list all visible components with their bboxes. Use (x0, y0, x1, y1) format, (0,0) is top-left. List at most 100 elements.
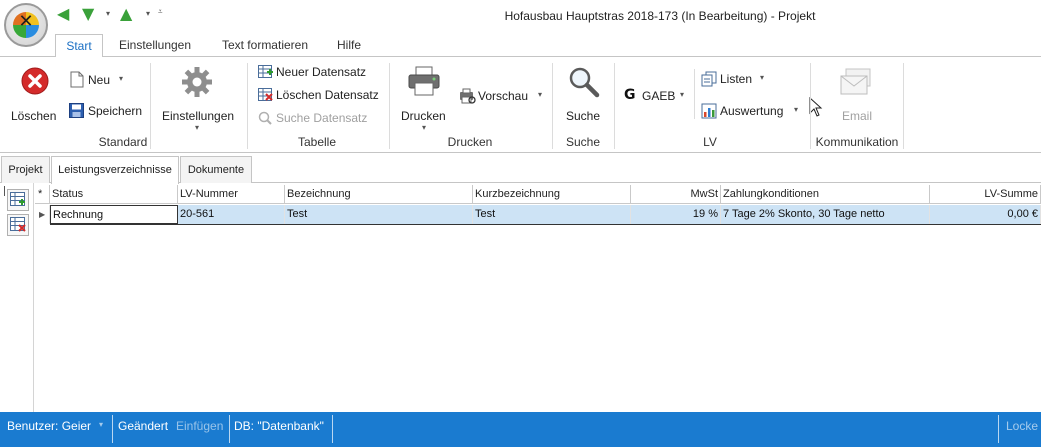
tab-start[interactable]: Start (55, 34, 103, 57)
delete-record-icon (258, 88, 273, 101)
row-indicator-icon: ▶ (35, 205, 50, 224)
tab-text-formatieren[interactable]: Text formatieren (210, 34, 320, 57)
divider (332, 415, 333, 443)
preview-icon (460, 88, 476, 104)
table-cell-zahlungkonditionen[interactable]: 7 Tage 2% Skonto, 30 Tage netto (721, 205, 930, 224)
back-arrow-icon[interactable]: ◀ (57, 6, 69, 22)
table-cell-bezeichnung[interactable]: Test (285, 205, 473, 224)
chevron-down-icon: ▾ (538, 90, 543, 99)
delete-button[interactable]: Löschen (8, 63, 62, 127)
ribbon: Löschen Neu ▾ Speichern Einstellungen ▾ … (0, 56, 1041, 153)
column-header-lv-nummer[interactable]: LV-Nummer (178, 185, 285, 204)
status-db: DB: "Datenbank" (234, 419, 324, 433)
up-arrow-icon[interactable]: ▲ (120, 6, 132, 22)
column-header-lv-summe[interactable]: LV-Summe (930, 185, 1041, 204)
remove-row-button[interactable] (7, 214, 29, 236)
row-indicator-header: * (35, 185, 50, 204)
lists-icon (701, 71, 717, 87)
chevron-down-icon[interactable]: ▾ (106, 9, 110, 18)
settings-button[interactable]: Einstellungen ▾ (158, 63, 238, 133)
chevron-down-icon: ▾ (794, 105, 799, 114)
lv-table: * Status LV-Nummer Bezeichnung Kurzbezei… (35, 184, 1041, 412)
title-bar: ✕ ◀ ▼ ▾ ▲ ▾ ⩡ Hofausbau Hauptstras 2018-… (0, 0, 1041, 47)
add-row-icon (10, 192, 25, 206)
divider (903, 63, 904, 149)
divider (112, 415, 113, 443)
divider (552, 63, 553, 149)
new-record-button[interactable]: Neuer Datensatz (257, 64, 375, 82)
document-tabs: Projekt Leistungsverzeichnisse Dokumente (0, 153, 1041, 184)
tab-hilfe[interactable]: Hilfe (328, 34, 370, 57)
chevron-down-icon[interactable]: ▾ (146, 9, 150, 18)
divider (998, 415, 999, 443)
chevron-down-icon: ▾ (195, 123, 200, 132)
save-icon (69, 103, 84, 118)
search-button[interactable]: Suche (560, 63, 606, 127)
lists-button[interactable]: Listen ▾ (700, 70, 772, 90)
group-label-kommunikation: Kommunikation (815, 135, 899, 149)
column-header-kurzbezeichnung[interactable]: Kurzbezeichnung (473, 185, 631, 204)
divider (389, 63, 390, 149)
delete-record-button[interactable]: Löschen Datensatz (257, 87, 381, 105)
app-logo-icon[interactable]: ✕ (4, 3, 48, 47)
column-header-status[interactable]: Status (50, 185, 178, 204)
tab-leistungsverzeichnisse[interactable]: Leistungsverzeichnisse (51, 156, 179, 184)
tab-einstellungen[interactable]: Einstellungen (110, 34, 200, 57)
group-label-standard: Standard (98, 135, 148, 149)
table-cell-lv-summe[interactable]: 0,00 € (930, 205, 1041, 224)
row-toolbar (0, 183, 34, 412)
delete-icon (21, 67, 49, 95)
gear-icon (182, 67, 212, 97)
column-header-bezeichnung[interactable]: Bezeichnung (285, 185, 473, 204)
divider (614, 63, 615, 149)
search-record-button[interactable]: Suche Datensatz (257, 110, 375, 128)
evaluation-icon (701, 103, 717, 119)
down-arrow-icon[interactable]: ▼ (82, 6, 94, 22)
evaluation-button[interactable]: Auswertung ▾ (700, 102, 804, 122)
new-button[interactable]: Neu ▾ (68, 71, 130, 91)
table-cell-lv-nummer[interactable]: 20-561 (178, 205, 285, 224)
chevron-down-icon: ▾ (422, 123, 427, 132)
splitter-handle[interactable] (4, 186, 5, 196)
table-cell-mwst[interactable]: 19 % (631, 205, 721, 224)
email-button[interactable]: Email (836, 63, 878, 127)
divider (229, 415, 230, 443)
cursor-icon (809, 97, 823, 117)
divider (247, 63, 248, 149)
column-header-mwst[interactable]: MwSt (631, 185, 721, 204)
table-cell-status[interactable]: Rechnung (50, 205, 178, 224)
status-user[interactable]: Benutzer: Geier (7, 419, 91, 433)
column-header-zahlungkonditionen[interactable]: Zahlungkonditionen (721, 185, 930, 204)
tab-dokumente[interactable]: Dokumente (180, 156, 252, 183)
status-lock: Locke (1006, 419, 1039, 433)
preview-button[interactable]: Vorschau ▾ (458, 87, 548, 107)
chevron-down-icon[interactable]: ▾ (99, 420, 103, 429)
customize-toolbar-icon[interactable]: ⩡ (158, 7, 163, 17)
window-title: Hofausbau Hauptstras 2018-173 (In Bearbe… (504, 9, 816, 23)
status-changed: Geändert (118, 419, 169, 433)
tab-projekt[interactable]: Projekt (1, 156, 50, 183)
new-record-icon (258, 65, 273, 78)
print-button[interactable]: Drucken ▾ (398, 63, 452, 133)
add-row-button[interactable] (7, 189, 29, 211)
search-record-icon (258, 111, 272, 125)
gaeb-button[interactable]: G GAEB ▾ (622, 87, 690, 107)
new-document-icon (70, 71, 84, 88)
table-cell-kurzbezeichnung[interactable]: Test (473, 205, 631, 224)
chevron-down-icon: ▾ (760, 73, 765, 82)
gaeb-icon: G (624, 87, 636, 103)
magnifier-icon (569, 67, 600, 98)
row-border (50, 224, 1041, 225)
chevron-down-icon: ▾ (680, 90, 685, 99)
ribbon-tabs: Start Einstellungen Text formatieren Hil… (0, 34, 1041, 57)
group-label-tabelle: Tabelle (297, 135, 337, 149)
status-bar: Benutzer: Geier ▾ Geändert Einfügen DB: … (0, 412, 1041, 447)
chevron-down-icon: ▾ (119, 74, 124, 83)
status-insert: Einfügen (176, 419, 224, 433)
printer-icon (408, 66, 440, 96)
save-button[interactable]: Speichern (68, 102, 146, 122)
divider (694, 69, 695, 119)
group-label-drucken: Drucken (447, 135, 493, 149)
divider (810, 63, 811, 149)
group-label-suche: Suche (565, 135, 601, 149)
